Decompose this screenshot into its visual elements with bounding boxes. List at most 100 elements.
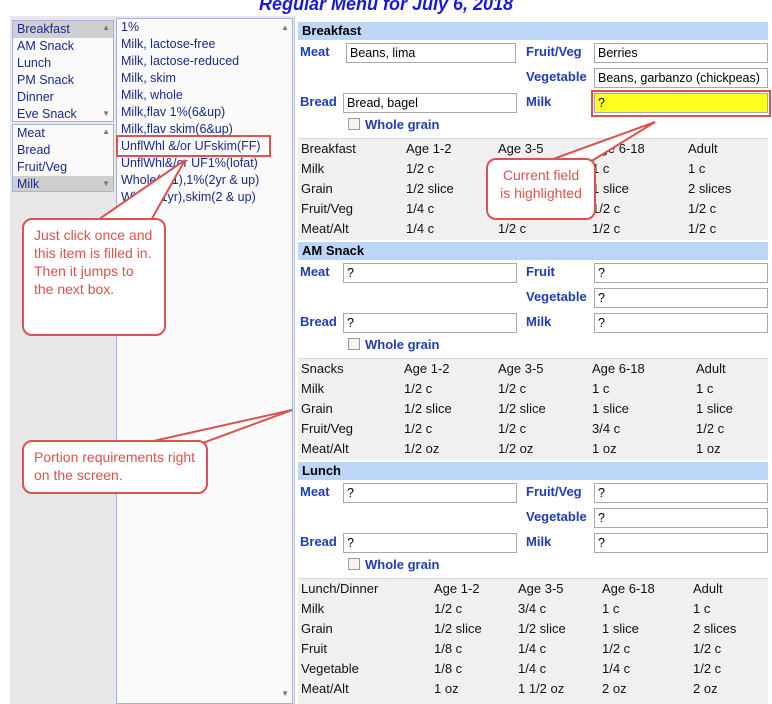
page-title: Regular Menu for July 6, 2018 (258, 0, 514, 14)
whole-grain-label: Whole grain (365, 337, 440, 352)
portion-header-cell: Snacks (301, 361, 344, 376)
portion-cell: 3/4 c (592, 421, 621, 436)
callout-portion-requirements: Portion requirements right on the screen… (22, 440, 208, 494)
portion-cell: 1/2 c (696, 421, 725, 436)
portion-cell: 1/2 c (688, 221, 717, 236)
milk-label: Milk (526, 94, 552, 109)
meal-option[interactable]: Breakfast (13, 21, 113, 38)
breakfast-meat-input[interactable]: Beans, lima (346, 43, 516, 63)
portion-cell: Grain (301, 181, 333, 196)
portion-header-cell: Adult (696, 361, 726, 376)
portion-cell: 1/2 c (434, 601, 463, 616)
breakfast-vegetable-input[interactable]: Beans, garbanzo (chickpeas) (594, 68, 768, 88)
amsnack-bread-input[interactable]: ? (343, 313, 517, 333)
lunch-milk-input[interactable]: ? (594, 533, 768, 553)
food-option[interactable]: Milk, lactose-free (117, 36, 292, 53)
food-option[interactable]: Milk, skim (117, 70, 292, 87)
whole-grain-label: Whole grain (365, 557, 440, 572)
lunch-fruitveg-input[interactable]: ? (594, 483, 768, 503)
portion-cell: Milk (301, 381, 325, 396)
meal-option[interactable]: PM Snack (13, 72, 113, 89)
portion-header-cell: Lunch/Dinner (301, 581, 379, 596)
milk-label: Milk (526, 314, 552, 329)
food-option[interactable]: Milk, lactose-reduced (117, 53, 292, 70)
portion-cell: 1/2 slice (518, 621, 566, 636)
portion-cell: Grain (301, 621, 333, 636)
whole-grain-checkbox[interactable] (348, 118, 360, 130)
food-option[interactable]: UnflWhl&/or UF1%(lofat) (117, 155, 292, 172)
portion-cell: 1/2 c (498, 421, 527, 436)
vegetable-label: Vegetable (526, 509, 587, 524)
meat-label: Meat (300, 44, 330, 59)
group-option[interactable]: Fruit/Veg (13, 159, 113, 176)
portion-cell: 1 c (602, 601, 620, 616)
scroll-up-icon[interactable]: ▲ (102, 127, 110, 136)
meal-option[interactable]: AM Snack (13, 38, 113, 55)
amsnack-vegetable-input[interactable]: ? (594, 288, 768, 308)
highlight-food-item-box (116, 135, 271, 157)
portion-cell: Grain (301, 401, 333, 416)
portion-cell: 1/4 c (518, 661, 547, 676)
highlight-current-field-box (591, 90, 771, 117)
portion-cell: 1 c (693, 601, 711, 616)
food-option[interactable]: Whole(1-1),1%(2yr & up) (117, 172, 292, 189)
vegetable-label: Vegetable (526, 289, 587, 304)
callout-current-field: Current field is highlighted (486, 158, 596, 220)
portion-cell: 1/2 slice (434, 621, 482, 636)
meat-label: Meat (300, 484, 330, 499)
portion-cell: 1/2 c (602, 641, 631, 656)
group-option[interactable]: Meat (13, 125, 113, 142)
scroll-up-icon[interactable]: ▲ (281, 23, 289, 32)
scroll-up-icon[interactable]: ▲ (102, 23, 110, 32)
amsnack-fruit-input[interactable]: ? (594, 263, 768, 283)
lunch-bread-input[interactable]: ? (343, 533, 517, 553)
lunch-meat-input[interactable]: ? (343, 483, 517, 503)
portion-cell: 1/2 slice (406, 181, 454, 196)
whole-grain-checkbox[interactable] (348, 558, 360, 570)
meal-listbox[interactable]: Breakfast AM Snack Lunch PM Snack Dinner… (12, 20, 114, 122)
whole-grain-checkbox[interactable] (348, 338, 360, 350)
group-option[interactable]: Milk (13, 176, 113, 191)
portion-cell: 1/2 oz (498, 441, 534, 456)
meal-option[interactable]: Lunch (13, 55, 113, 72)
portion-cell: 2 slices (688, 181, 732, 196)
portion-cell: 1/4 c (518, 641, 547, 656)
portion-cell: 1/2 c (592, 201, 621, 216)
breakfast-fruitveg-input[interactable]: Berries (594, 43, 768, 63)
portion-header-cell: Age 3-5 (498, 361, 544, 376)
food-option[interactable]: Whole(1yr),skim(2 & up) (117, 189, 292, 206)
scroll-down-icon[interactable]: ▼ (102, 179, 110, 188)
bread-label: Bread (300, 94, 337, 109)
portion-cell: 1/2 oz (404, 441, 440, 456)
portion-cell: 1/8 c (434, 641, 463, 656)
portion-cell: 1/2 c (592, 221, 621, 236)
meal-option[interactable]: Dinner (13, 89, 113, 106)
food-option[interactable]: Milk, whole (117, 87, 292, 104)
portion-header-cell: Breakfast (301, 141, 356, 156)
portion-cell: 1/8 c (434, 661, 463, 676)
scroll-down-icon[interactable]: ▼ (102, 109, 110, 118)
lunch-vegetable-input[interactable]: ? (594, 508, 768, 528)
food-item-listbox[interactable]: 1% Milk, lactose-free Milk, lactose-redu… (116, 18, 293, 704)
portion-cell: 1 c (688, 161, 706, 176)
portion-cell: 1 c (592, 381, 610, 396)
portion-cell: 1 1/2 oz (518, 681, 565, 696)
breakfast-bread-input[interactable]: Bread, bagel (343, 93, 517, 113)
food-group-listbox[interactable]: Meat Bread Fruit/Veg Milk ▲ ▼ (12, 124, 114, 192)
scroll-down-icon[interactable]: ▼ (281, 689, 289, 698)
portion-cell: Milk (301, 161, 325, 176)
food-option[interactable]: 1% (117, 19, 292, 36)
food-option[interactable]: Milk,flav 1%(6&up) (117, 104, 292, 121)
amsnack-milk-input[interactable]: ? (594, 313, 768, 333)
amsnack-meat-input[interactable]: ? (343, 263, 517, 283)
fruitveg-label: Fruit/Veg (526, 44, 582, 59)
portion-cell: 1/4 c (406, 221, 435, 236)
whole-grain-label: Whole grain (365, 117, 440, 132)
bread-label: Bread (300, 534, 337, 549)
group-option[interactable]: Bread (13, 142, 113, 159)
meal-option[interactable]: Eve Snack (13, 106, 113, 121)
meat-label: Meat (300, 264, 330, 279)
fruit-label: Fruit (526, 264, 555, 279)
portion-cell: 1 oz (696, 441, 721, 456)
portion-cell: 2 slices (693, 621, 737, 636)
